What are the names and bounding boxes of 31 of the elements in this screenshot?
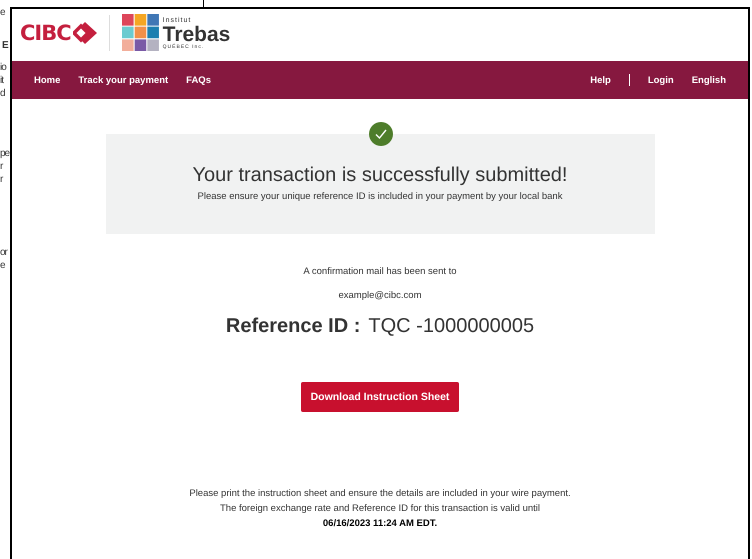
document-text: it bbox=[0, 75, 3, 87]
nav-link[interactable]: Home bbox=[34, 74, 60, 86]
download-button[interactable]: Download Instruction Sheet bbox=[300, 382, 460, 412]
language-link[interactable]: English bbox=[692, 74, 726, 86]
document-text: d bbox=[0, 88, 5, 100]
document-text: e bbox=[0, 7, 5, 19]
reference-id: TQC -1000000005 bbox=[368, 315, 534, 338]
document-text: E bbox=[2, 40, 8, 52]
document-text: pe bbox=[0, 148, 10, 160]
email-address: example@cibc.com bbox=[338, 290, 422, 301]
document-text: or bbox=[0, 247, 7, 259]
note-text: Please print the instruction sheet and ensure the details are included in your wire payment. bbox=[189, 488, 571, 499]
document-text: r bbox=[0, 161, 2, 173]
diamond-logo-icon bbox=[72, 22, 97, 44]
document-text: e bbox=[0, 260, 5, 272]
nav-link[interactable]: Track your payment bbox=[78, 74, 168, 86]
confirmation-text: A confirmation mail has been sent to bbox=[303, 266, 457, 277]
logo-text: Trebas bbox=[162, 24, 230, 44]
nav-link[interactable]: Login bbox=[648, 74, 674, 86]
bank-logo: CIBC bbox=[20, 21, 97, 45]
document-text: io bbox=[0, 62, 6, 74]
reference-label: Reference ID : bbox=[226, 315, 360, 338]
nav-link[interactable]: Help bbox=[590, 74, 611, 86]
note-text: The foreign exchange rate and Reference ID for this transaction is valid until bbox=[220, 503, 540, 514]
success-check-icon bbox=[368, 122, 392, 146]
banner-title: Your transaction is successfully submitted! bbox=[192, 164, 568, 187]
nav-link[interactable]: FAQs bbox=[186, 74, 211, 86]
mosaic-logo-icon bbox=[122, 14, 160, 52]
note-text: 06/16/2023 11:24 AM EDT. bbox=[322, 518, 438, 529]
banner-subtitle: Please ensure your unique reference ID is included in your payment by your local bank bbox=[198, 191, 562, 202]
document-text: r bbox=[0, 174, 2, 186]
